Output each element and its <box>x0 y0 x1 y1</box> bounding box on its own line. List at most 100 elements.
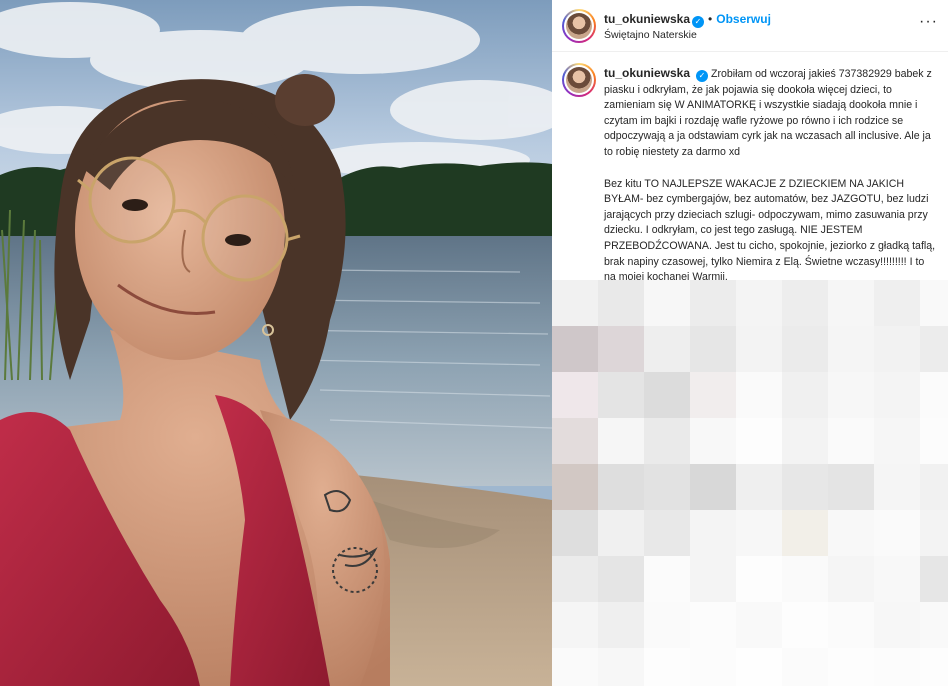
mosaic-cell <box>552 648 598 686</box>
mosaic-cell <box>690 464 736 510</box>
separator-dot: • <box>708 12 713 26</box>
mosaic-cell <box>828 556 874 602</box>
mosaic-cell <box>828 418 874 464</box>
mosaic-cell <box>828 510 874 556</box>
mosaic-cell <box>736 326 782 372</box>
mosaic-cell <box>598 510 644 556</box>
mosaic-cell <box>920 326 948 372</box>
mosaic-cell <box>736 418 782 464</box>
verified-badge-icon: ✓ <box>696 70 709 82</box>
mosaic-cell <box>874 556 920 602</box>
location-link[interactable]: Świętajno Naterskie <box>604 29 697 41</box>
mosaic-cell <box>782 602 828 648</box>
mosaic-cell <box>552 556 598 602</box>
mosaic-cell <box>828 280 874 326</box>
mosaic-cell <box>644 372 690 418</box>
mosaic-cell <box>644 280 690 326</box>
mosaic-cell <box>736 464 782 510</box>
mosaic-cell <box>690 326 736 372</box>
header-username-row: tu_okuniewska ✓ • Obserwuj <box>604 12 771 28</box>
mosaic-cell <box>874 464 920 510</box>
mosaic-cell <box>736 372 782 418</box>
post-caption: tu_okuniewska ✓ Zrobiłam od wczoraj jakie… <box>604 66 938 302</box>
post-header: tu_okuniewska ✓ • Obserwuj Świętajno Naters… <box>552 0 948 52</box>
mosaic-cell <box>874 372 920 418</box>
mosaic-cell <box>644 602 690 648</box>
mosaic-cell <box>598 418 644 464</box>
mosaic-cell <box>920 648 948 686</box>
mosaic-cell <box>828 464 874 510</box>
mosaic-cell <box>920 556 948 602</box>
mosaic-cell <box>552 280 598 326</box>
mosaic-cell <box>598 556 644 602</box>
mosaic-cell <box>552 372 598 418</box>
mosaic-cell <box>920 510 948 556</box>
mosaic-cell <box>782 418 828 464</box>
caption-username-link[interactable]: tu_okuniewska <box>604 66 690 80</box>
mosaic-cell <box>920 418 948 464</box>
mosaic-cell <box>920 372 948 418</box>
mosaic-cell <box>782 648 828 686</box>
mosaic-cell <box>598 372 644 418</box>
mosaic-cell <box>598 648 644 686</box>
mosaic-cell <box>828 372 874 418</box>
mosaic-cell <box>920 464 948 510</box>
caption-text-2: Bez kitu TO NAJLEPSZE WAKACJE Z DZIECKIE… <box>604 177 936 284</box>
mosaic-cell <box>874 280 920 326</box>
mosaic-cell <box>920 602 948 648</box>
mosaic-cell <box>690 280 736 326</box>
mosaic-cell <box>690 510 736 556</box>
mosaic-cell <box>874 602 920 648</box>
mosaic-cell <box>736 648 782 686</box>
caption-avatar[interactable] <box>562 63 596 97</box>
follow-button[interactable]: Obserwuj <box>716 12 771 26</box>
post-info-pane: tu_okuniewska ✓ • Obserwuj Świętajno Naters… <box>552 0 948 686</box>
mosaic-cell <box>552 326 598 372</box>
mosaic-cell <box>598 280 644 326</box>
mosaic-cell <box>782 464 828 510</box>
mosaic-cell <box>874 418 920 464</box>
mosaic-cell <box>690 556 736 602</box>
mosaic-cell <box>644 510 690 556</box>
mosaic-cell <box>874 510 920 556</box>
mosaic-cell <box>828 648 874 686</box>
mosaic-cell <box>874 648 920 686</box>
mosaic-cell <box>782 280 828 326</box>
mosaic-cell <box>736 510 782 556</box>
mosaic-cell <box>736 280 782 326</box>
mosaic-cell <box>828 602 874 648</box>
mosaic-cell <box>644 418 690 464</box>
mosaic-cell <box>598 464 644 510</box>
mosaic-cell <box>736 602 782 648</box>
mosaic-cell <box>782 326 828 372</box>
more-options-icon[interactable]: ··· <box>919 14 938 30</box>
mosaic-cell <box>828 326 874 372</box>
mosaic-cell <box>552 602 598 648</box>
caption-text-1: Zrobiłam od wczoraj jakieś 737382929 bab… <box>604 68 932 158</box>
mosaic-cell <box>920 280 948 326</box>
selfie-photo <box>0 0 552 686</box>
mosaic-cell <box>782 510 828 556</box>
mosaic-cell <box>690 372 736 418</box>
mosaic-cell <box>644 464 690 510</box>
mosaic-cell <box>644 648 690 686</box>
caption-paragraph: tu_okuniewska ✓ Zrobiłam od wczoraj jakie… <box>604 66 938 161</box>
mosaic-cell <box>874 326 920 372</box>
blurred-comments-area <box>552 280 948 686</box>
profile-avatar[interactable] <box>562 9 596 43</box>
mosaic-cell <box>552 418 598 464</box>
mosaic-cell <box>782 556 828 602</box>
mosaic-cell <box>644 326 690 372</box>
mosaic-cell <box>552 510 598 556</box>
mosaic-cell <box>644 556 690 602</box>
mosaic-cell <box>598 602 644 648</box>
mosaic-cell <box>782 372 828 418</box>
mosaic-cell <box>690 418 736 464</box>
mosaic-cell <box>598 326 644 372</box>
username-link[interactable]: tu_okuniewska <box>604 12 690 26</box>
verified-badge-icon: ✓ <box>692 16 705 28</box>
post-photo[interactable] <box>0 0 552 686</box>
mosaic-cell <box>690 648 736 686</box>
mosaic-cell <box>690 602 736 648</box>
mosaic-cell <box>552 464 598 510</box>
